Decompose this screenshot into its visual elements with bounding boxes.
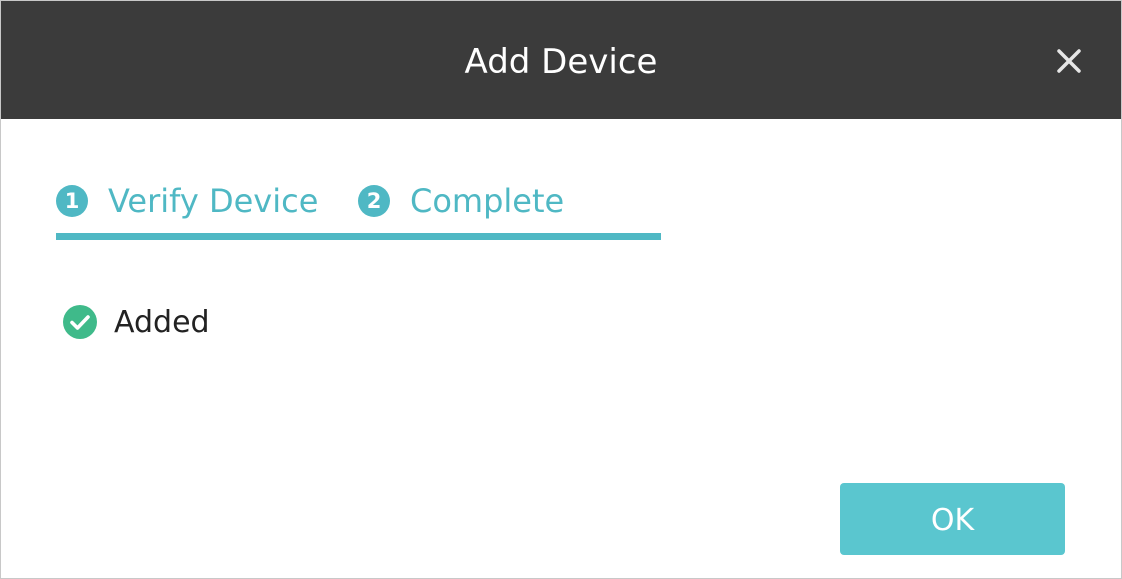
- status-message: Added: [62, 302, 210, 342]
- close-button[interactable]: [1047, 39, 1091, 83]
- check-circle-icon: [62, 304, 98, 340]
- step-number-badge: 1: [56, 185, 88, 217]
- close-icon: [1057, 49, 1081, 73]
- dialog-title: Add Device: [464, 42, 658, 82]
- ok-button[interactable]: OK: [840, 483, 1065, 555]
- add-device-dialog: Add Device 1 Verify Device 2 Complete Ad…: [0, 0, 1122, 579]
- step-complete: 2 Complete: [358, 177, 564, 225]
- dialog-titlebar: Add Device: [1, 1, 1121, 119]
- step-label: Verify Device: [108, 182, 319, 220]
- status-text: Added: [114, 304, 210, 340]
- step-label: Complete: [410, 182, 565, 220]
- step-number-badge: 2: [358, 185, 390, 217]
- step-progress-bar: [56, 233, 661, 240]
- step-verify-device: 1 Verify Device: [56, 177, 318, 225]
